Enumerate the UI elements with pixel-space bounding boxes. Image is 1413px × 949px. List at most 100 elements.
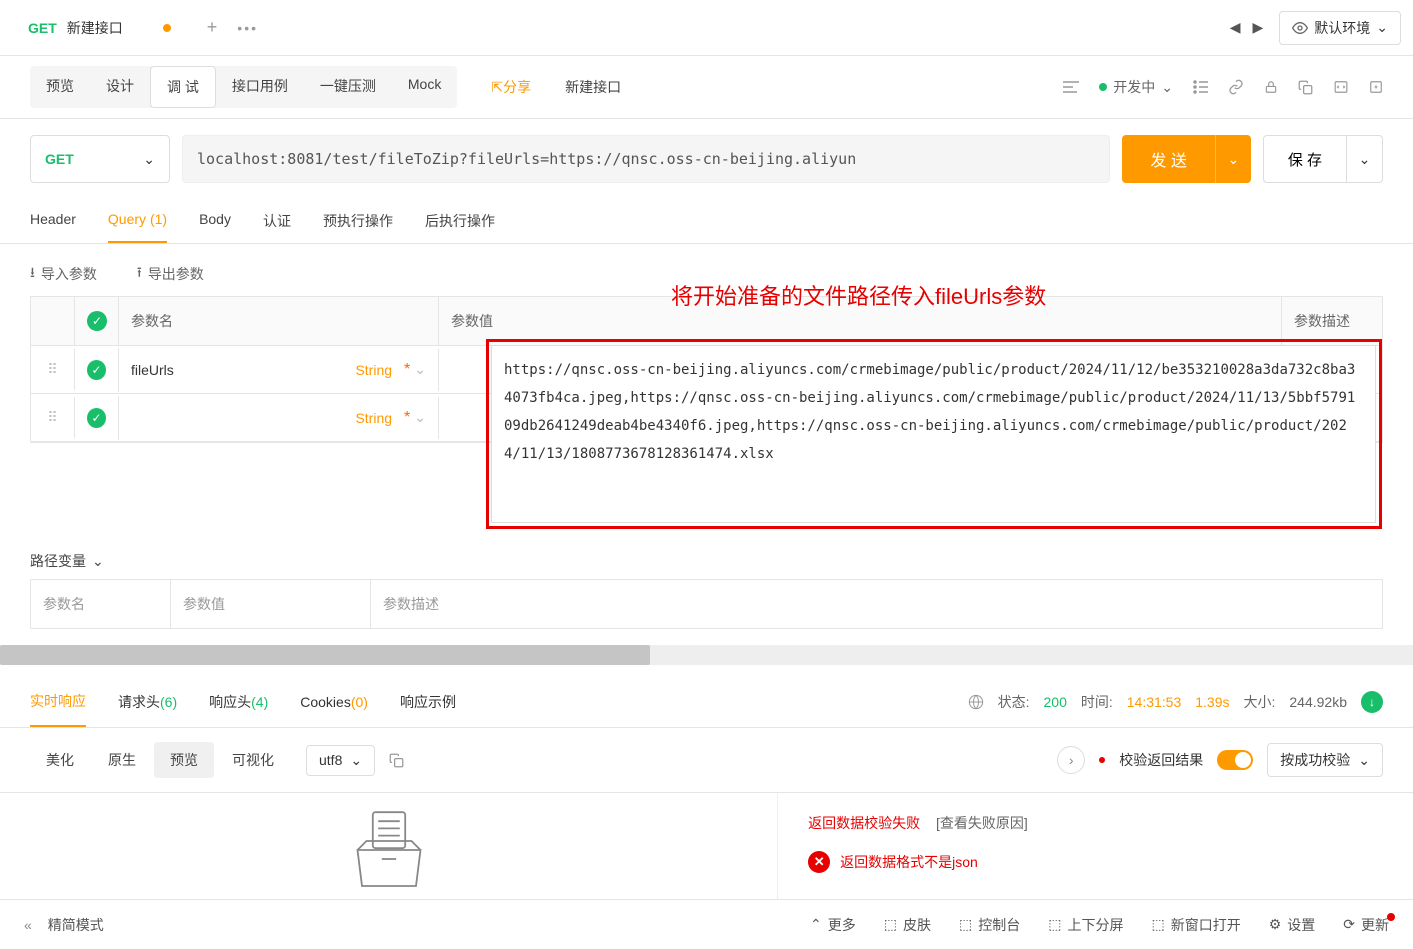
tab-auth[interactable]: 认证 [263, 199, 291, 243]
add-tab-button[interactable]: + [207, 17, 218, 38]
validate-toggle[interactable] [1217, 750, 1253, 770]
list-icon[interactable] [1193, 80, 1208, 94]
response-preview [0, 793, 777, 913]
param-name-cell[interactable]: fileUrls String*⌄ [119, 349, 439, 391]
size-label: 大小: [1244, 692, 1276, 712]
export-params-button[interactable]: ⭱ 导出参数 [137, 262, 204, 286]
tab-more-button[interactable]: ••• [237, 20, 258, 36]
split-button[interactable]: ⬚上下分屏 [1048, 915, 1123, 935]
col-param-desc: 参数描述 [1282, 297, 1382, 345]
mode-label[interactable]: 精简模式 [48, 915, 104, 935]
link-icon[interactable] [1228, 79, 1244, 95]
chevron-down-icon: ⌄ [1359, 151, 1371, 168]
split-icon: ⬚ [1048, 916, 1061, 933]
newwin-button[interactable]: ⬚新窗口打开 [1151, 915, 1240, 935]
environment-select[interactable]: 默认环境 ⌄ [1279, 11, 1401, 45]
view-raw[interactable]: 原生 [92, 742, 152, 778]
check-all-icon[interactable]: ✓ [87, 311, 107, 331]
code-icon[interactable] [1333, 80, 1349, 94]
validation-panel: 返回数据校验失败 [查看失败原因] ✕ 返回数据格式不是json [777, 793, 1413, 913]
bolt-icon[interactable] [1369, 79, 1383, 95]
scrollbar-thumb[interactable] [0, 645, 650, 665]
dev-status[interactable]: 开发中 ⌄ [1099, 77, 1173, 97]
tab-postexec[interactable]: 后执行操作 [425, 199, 495, 243]
view-visual[interactable]: 可视化 [216, 742, 290, 778]
share-button[interactable]: ⇱分享 [475, 67, 547, 107]
error-dot-icon [1099, 757, 1105, 763]
tab-cookies[interactable]: Cookies(0) [300, 680, 368, 724]
copy-icon[interactable] [1298, 80, 1313, 95]
save-dropdown[interactable]: ⌄ [1347, 135, 1383, 183]
horizontal-scrollbar[interactable] [0, 645, 1413, 665]
validate-label: 校验返回结果 [1119, 750, 1203, 770]
check-icon[interactable]: ✓ [87, 360, 106, 380]
save-button[interactable]: 保 存 [1263, 135, 1347, 183]
chevron-up-icon: ⌃ [810, 916, 822, 933]
time-value: 14:31:53 [1127, 694, 1182, 710]
check-icon[interactable]: ✓ [87, 408, 106, 428]
update-button[interactable]: ⟳更新 [1343, 915, 1389, 935]
nav-prev-icon[interactable]: ◀ [1230, 19, 1241, 36]
terminal-icon: ⬚ [959, 916, 972, 933]
import-params-button[interactable]: ⭳ 导入参数 [30, 262, 97, 286]
unsaved-dot-icon [163, 24, 171, 32]
tab-body[interactable]: Body [199, 199, 231, 243]
tab-resphead[interactable]: 响应头(4) [209, 678, 268, 726]
skin-button[interactable]: ⬚皮肤 [884, 915, 931, 935]
status-code: 200 [1044, 694, 1067, 710]
annotation-text: 将开始准备的文件路径传入fileUrls参数 [671, 279, 1046, 311]
response-body: 返回数据校验失败 [查看失败原因] ✕ 返回数据格式不是json [0, 793, 1413, 913]
lock-icon[interactable] [1264, 79, 1278, 95]
tab-debug[interactable]: 调 试 [150, 66, 216, 108]
download-icon: ⭳ [30, 262, 35, 286]
tab-header[interactable]: Header [30, 199, 76, 243]
chevron-down-icon: ⌄ [350, 752, 362, 769]
drag-handle-icon[interactable]: ⠿ [31, 349, 75, 390]
param-value-textarea[interactable] [491, 345, 1376, 523]
view-preview[interactable]: 预览 [154, 742, 214, 778]
url-input[interactable] [182, 135, 1110, 183]
encoding-select[interactable]: utf8 ⌄ [306, 745, 375, 776]
chevron-down-icon: ⌄ [1358, 752, 1370, 769]
console-button[interactable]: ⬚控制台 [959, 915, 1020, 935]
collapse-icon[interactable]: « [24, 917, 32, 933]
tab-stress[interactable]: 一键压测 [304, 66, 392, 108]
share-icon: ⇱ [491, 79, 503, 95]
tab-preexec[interactable]: 预执行操作 [323, 199, 393, 243]
tab-mock[interactable]: Mock [392, 66, 457, 108]
send-button[interactable]: 发 送 [1122, 135, 1214, 183]
tab-preview[interactable]: 预览 [30, 66, 90, 108]
download-icon[interactable]: ↓ [1361, 691, 1383, 713]
tab-query[interactable]: Query (1) [108, 199, 167, 243]
send-dropdown[interactable]: ⌄ [1215, 135, 1251, 183]
chevron-down-icon: ⌄ [414, 409, 426, 426]
nav-next-icon[interactable]: ▶ [1252, 19, 1263, 36]
top-tab-bar: GET 新建接口 + ••• ◀ ▶ 默认环境 ⌄ [0, 0, 1413, 56]
format-icon[interactable] [1063, 80, 1079, 94]
view-fail-reason-link[interactable]: [查看失败原因] [936, 815, 1028, 831]
path-vars-toggle[interactable]: 路径变量 ⌄ [0, 533, 1413, 579]
settings-button[interactable]: ⚙设置 [1269, 915, 1316, 935]
method-select[interactable]: GET ⌄ [30, 135, 170, 183]
action-bar: 预览 设计 调 试 接口用例 一键压测 Mock ⇱分享 新建接口 开发中 ⌄ [0, 56, 1413, 119]
tab-reqhead[interactable]: 请求头(6) [118, 678, 177, 726]
tab-cases[interactable]: 接口用例 [216, 66, 304, 108]
drag-handle-icon[interactable]: ⠿ [31, 397, 75, 438]
expand-button[interactable]: › [1057, 746, 1085, 774]
tab-example[interactable]: 响应示例 [400, 678, 456, 726]
gear-icon: ⚙ [1269, 916, 1282, 933]
new-api-button[interactable]: 新建接口 [549, 67, 637, 107]
tab-item[interactable]: GET 新建接口 [12, 0, 187, 56]
upload-icon: ⭱ [137, 262, 142, 286]
eye-icon [1292, 20, 1308, 36]
response-tabs: 实时响应 请求头(6) 响应头(4) Cookies(0) 响应示例 状态: 2… [0, 677, 1413, 728]
more-button[interactable]: ⌃更多 [810, 915, 856, 935]
view-beautify[interactable]: 美化 [30, 742, 90, 778]
tab-design[interactable]: 设计 [90, 66, 150, 108]
params-table: 将开始准备的文件路径传入fileUrls参数 ✓ 参数名 参数值 参数描述 ⠿ … [30, 296, 1383, 443]
validate-by-success-button[interactable]: 按成功校验 ⌄ [1267, 743, 1383, 777]
copy-response-icon[interactable] [389, 753, 404, 768]
param-name-cell[interactable]: String*⌄ [119, 397, 439, 439]
tab-realtime[interactable]: 实时响应 [30, 677, 86, 727]
chevron-down-icon: ⌄ [1227, 151, 1239, 168]
